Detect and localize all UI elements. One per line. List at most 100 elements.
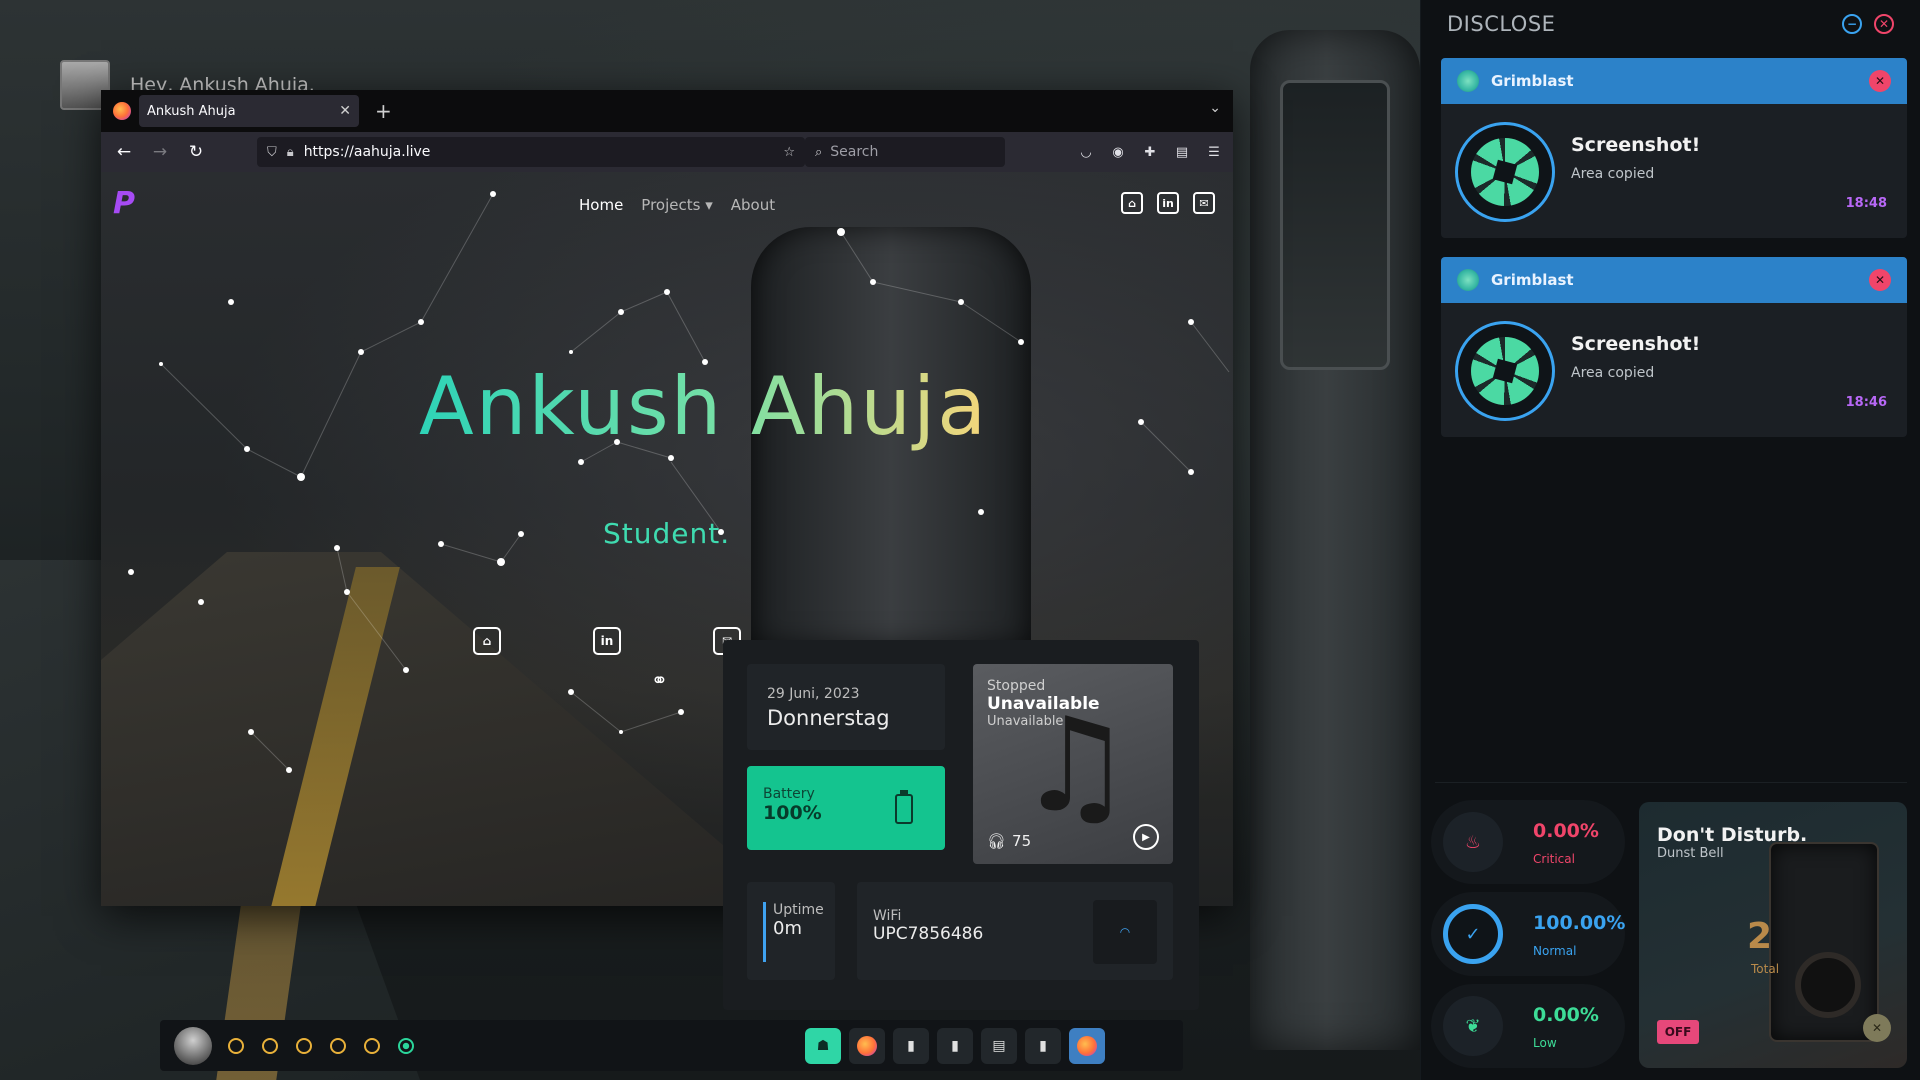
- terminal-app-icon[interactable]: ▮: [1025, 1028, 1061, 1064]
- tab-active[interactable]: Ankush Ahuja ✕: [139, 95, 359, 127]
- notification-card[interactable]: Grimblast ✕ Screenshot! Area copied 18:4…: [1441, 257, 1907, 437]
- uptime-accent: [763, 902, 766, 962]
- notification-time: 18:46: [1845, 395, 1887, 410]
- lock-icon[interactable]: 🔒︎: [287, 145, 294, 160]
- date-card: 29 Juni, 2023 Donnerstag: [747, 664, 945, 750]
- firefox-app-icon[interactable]: [849, 1028, 885, 1064]
- forward-button[interactable]: →: [147, 139, 173, 165]
- low-stat[interactable]: ❦ 0.00% Low: [1431, 984, 1625, 1068]
- site-navigation: Home Projects ▾ About: [579, 196, 775, 214]
- camera-aperture-icon: [1471, 138, 1539, 206]
- notification-count: 2: [1747, 916, 1773, 957]
- linkedin-icon[interactable]: in: [593, 627, 621, 655]
- nav-home[interactable]: Home: [579, 196, 623, 214]
- minimize-icon[interactable]: −: [1842, 14, 1862, 34]
- workspace-6-active[interactable]: [398, 1037, 414, 1054]
- navigation-toolbar: ← → ↻ ⛉ 🔒︎ https://aahuja.live ☆ ⌕ Searc…: [101, 132, 1233, 172]
- play-button[interactable]: ▶: [1133, 824, 1159, 850]
- workspace-5[interactable]: [364, 1037, 380, 1054]
- firefox-icon: [857, 1036, 877, 1056]
- taskbar: ☗ ▮ ▮ ▤ ▮: [160, 1020, 1183, 1071]
- tab-title: Ankush Ahuja: [147, 103, 236, 119]
- tab-bar: Ankush Ahuja ✕ + ⌄: [101, 90, 1233, 132]
- normal-value: 100.00%: [1533, 912, 1626, 934]
- grimblast-icon: [1457, 70, 1479, 92]
- linkedin-icon[interactable]: in: [1157, 192, 1179, 214]
- notification-body: Screenshot! Area copied 18:46: [1441, 303, 1907, 437]
- notification-summary: Screenshot!: [1571, 333, 1701, 355]
- dnd-toggle-button[interactable]: OFF: [1657, 1020, 1699, 1044]
- new-tab-button[interactable]: +: [375, 99, 392, 123]
- dnd-subtitle: Dunst Bell: [1657, 846, 1724, 861]
- workspace-1[interactable]: [228, 1037, 244, 1054]
- url-text[interactable]: https://aahuja.live: [304, 144, 774, 160]
- workspace-4[interactable]: [330, 1037, 346, 1054]
- extensions-icon[interactable]: ✚: [1141, 143, 1159, 161]
- github-icon[interactable]: ⌂: [473, 627, 501, 655]
- music-card: ♫ Stopped Unavailable Unavailable 🎧︎ 75 …: [973, 664, 1173, 864]
- pocket-icon[interactable]: ◡: [1077, 143, 1095, 161]
- critical-stat[interactable]: ♨ 0.00% Critical: [1431, 800, 1625, 884]
- terminal-app-icon[interactable]: ▮: [937, 1028, 973, 1064]
- notification-count-label: Total: [1751, 962, 1780, 976]
- uptime-label: Uptime: [773, 902, 824, 918]
- workspace-indicators: [228, 1037, 414, 1054]
- bookmark-star-icon[interactable]: ☆: [783, 145, 795, 160]
- music-volume: 🎧︎ 75: [987, 832, 1031, 850]
- flame-icon: ♨: [1443, 812, 1503, 872]
- account-icon[interactable]: ◉: [1109, 143, 1127, 161]
- url-bar[interactable]: ⛉ 🔒︎ https://aahuja.live ☆: [257, 137, 805, 167]
- clear-all-icon[interactable]: ✕: [1863, 1014, 1891, 1042]
- notification-app-name: Grimblast: [1491, 72, 1574, 90]
- nav-projects[interactable]: Projects ▾: [641, 196, 712, 214]
- notification-time: 18:48: [1845, 196, 1887, 211]
- menu-icon[interactable]: ☰: [1205, 143, 1223, 161]
- camera-aperture-icon: [1471, 337, 1539, 405]
- normal-label: Normal: [1533, 944, 1577, 958]
- notification-header: Grimblast ✕: [1441, 257, 1907, 303]
- check-icon: ✓: [1443, 904, 1503, 964]
- notification-image: [1455, 122, 1555, 222]
- toolbar-actions: ◡ ◉ ✚ ▤ ☰: [1077, 143, 1223, 161]
- github-icon[interactable]: ⌂: [1121, 192, 1143, 214]
- tab-close-icon[interactable]: ✕: [339, 103, 351, 119]
- low-label: Low: [1533, 1036, 1557, 1050]
- nav-about[interactable]: About: [731, 196, 775, 214]
- firefox-icon: [113, 102, 131, 120]
- normal-stat[interactable]: ✓ 100.00% Normal: [1431, 892, 1625, 976]
- dismiss-notification-icon[interactable]: ✕: [1869, 269, 1891, 291]
- taskbar-apps: ☗ ▮ ▮ ▤ ▮: [805, 1028, 1105, 1064]
- back-button[interactable]: ←: [111, 139, 137, 165]
- tab-list-chevron-icon[interactable]: ⌄: [1209, 100, 1221, 116]
- close-icon[interactable]: ✕: [1874, 14, 1894, 34]
- terminal-app-icon[interactable]: ▮: [893, 1028, 929, 1064]
- notification-header: Grimblast ✕: [1441, 58, 1907, 104]
- search-icon: ⌕: [815, 144, 823, 160]
- battery-card: Battery 100%: [747, 766, 945, 850]
- music-title: Unavailable: [987, 694, 1100, 714]
- binoculars-icon[interactable]: ⚭: [651, 668, 668, 692]
- workspace-2[interactable]: [262, 1037, 278, 1054]
- headphones-icon: 🎧︎: [987, 832, 1007, 850]
- music-state: Stopped: [987, 678, 1046, 694]
- reload-button[interactable]: ↻: [183, 139, 209, 165]
- pdf-icon[interactable]: ▤: [1173, 143, 1191, 161]
- dismiss-notification-icon[interactable]: ✕: [1869, 70, 1891, 92]
- notification-card[interactable]: Grimblast ✕ Screenshot! Area copied 18:4…: [1441, 58, 1907, 238]
- files-app-icon[interactable]: ▤: [981, 1028, 1017, 1064]
- search-input[interactable]: ⌕ Search: [805, 137, 1005, 167]
- workspace-3[interactable]: [296, 1037, 312, 1054]
- ghost-app-icon[interactable]: ☗: [805, 1028, 841, 1064]
- uptime-card: Uptime 0m: [747, 882, 835, 980]
- notification-text: Area copied: [1571, 365, 1655, 381]
- notification-summary: Screenshot!: [1571, 134, 1701, 156]
- wifi-icon[interactable]: ◠: [1093, 900, 1157, 964]
- mail-icon[interactable]: ✉: [1193, 192, 1215, 214]
- taskbar-avatar[interactable]: [174, 1026, 212, 1065]
- header-social-links: ⌂ in ✉: [1121, 192, 1215, 214]
- notification-app-name: Grimblast: [1491, 271, 1574, 289]
- firefox-active-app-icon[interactable]: [1069, 1028, 1105, 1064]
- divider: [1435, 782, 1907, 783]
- site-logo[interactable]: P: [113, 186, 135, 221]
- shield-icon[interactable]: ⛉: [267, 145, 277, 160]
